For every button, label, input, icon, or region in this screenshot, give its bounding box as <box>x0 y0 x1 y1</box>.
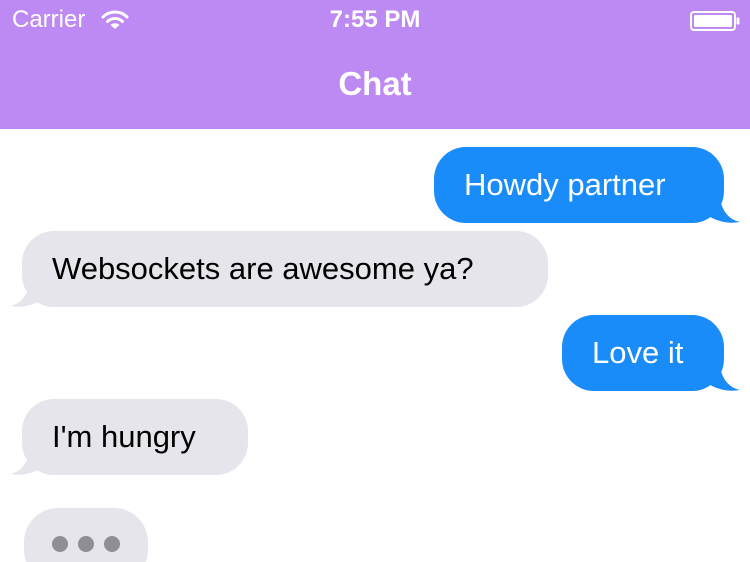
typing-indicator <box>24 508 148 562</box>
battery-icon <box>690 11 740 31</box>
message-bubble-incoming[interactable]: Websockets are awesome ya? <box>22 231 548 307</box>
clock: 7:55 PM <box>329 6 421 33</box>
message-bubble-incoming[interactable]: I'm hungry <box>22 399 248 475</box>
typing-dots-icon <box>78 536 94 552</box>
chat-screen: Carrier 7:55 PM Chat Howdy partner Webso… <box>0 0 750 562</box>
typing-dots-icon <box>52 536 68 552</box>
nav-title: Chat <box>338 65 412 102</box>
typing-dots-icon <box>104 536 120 552</box>
message-bubble-outgoing[interactable]: Love it <box>562 315 724 391</box>
header: Carrier 7:55 PM Chat <box>0 0 750 129</box>
status-bar: Carrier 7:55 PM <box>0 0 750 40</box>
message-bubble-outgoing[interactable]: Howdy partner <box>434 147 724 223</box>
